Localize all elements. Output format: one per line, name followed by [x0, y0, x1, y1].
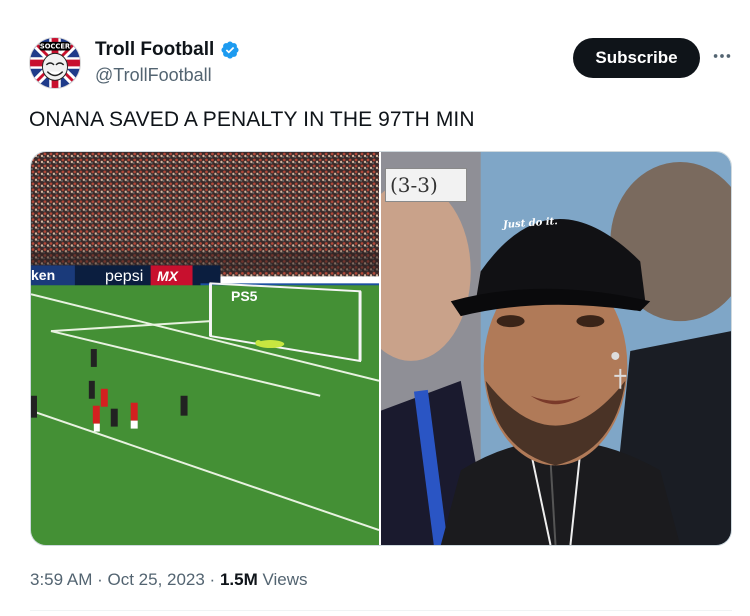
ad-board-ken: ken: [31, 267, 56, 283]
views-count[interactable]: 1.5M: [220, 570, 258, 590]
tweet-time[interactable]: 3:59 AM: [30, 570, 92, 590]
author-avatar[interactable]: SOCCER: [29, 37, 81, 89]
ad-board-mx: MX: [157, 268, 178, 284]
neymar-reaction-image[interactable]: (3-3) Just do it.: [381, 152, 731, 545]
tweet-meta: 3:59 AM · Oct 25, 2023 · 1.5M Views: [30, 570, 308, 590]
subscribe-button[interactable]: Subscribe: [573, 38, 700, 78]
meta-separator: ·: [204, 570, 220, 589]
score-caption: (3-3): [385, 168, 467, 202]
author-handle[interactable]: @TrollFootball: [95, 65, 212, 86]
reaction-scene: [381, 152, 731, 545]
meta-separator: ·: [92, 570, 108, 589]
divider: [30, 610, 732, 611]
stadium-scene: [31, 152, 379, 545]
author-name-row: Troll Football: [95, 39, 240, 61]
views-label: Views: [257, 570, 308, 589]
ad-board-pepsi: pepsi: [105, 268, 144, 285]
ad-board-ps5: PS5: [231, 288, 258, 304]
penalty-save-image[interactable]: ken pepsi MX PS5: [31, 152, 379, 545]
more-options-button[interactable]: [710, 44, 734, 68]
tweet-media[interactable]: ken pepsi MX PS5 (3-3) Just do it.: [30, 151, 732, 546]
union-jack-avatar-image: SOCCER: [30, 38, 80, 88]
tweet-date[interactable]: Oct 25, 2023: [107, 570, 204, 590]
more-horizontal-icon: [713, 54, 731, 58]
author-display-name[interactable]: Troll Football: [95, 39, 214, 61]
tweet: SOCCER Troll Football @TrollFootball Sub…: [0, 0, 750, 616]
verified-badge-icon: [221, 41, 239, 59]
avatar-text: SOCCER: [40, 43, 71, 51]
tweet-text: ONANA SAVED A PENALTY IN THE 97TH MIN: [29, 108, 475, 131]
